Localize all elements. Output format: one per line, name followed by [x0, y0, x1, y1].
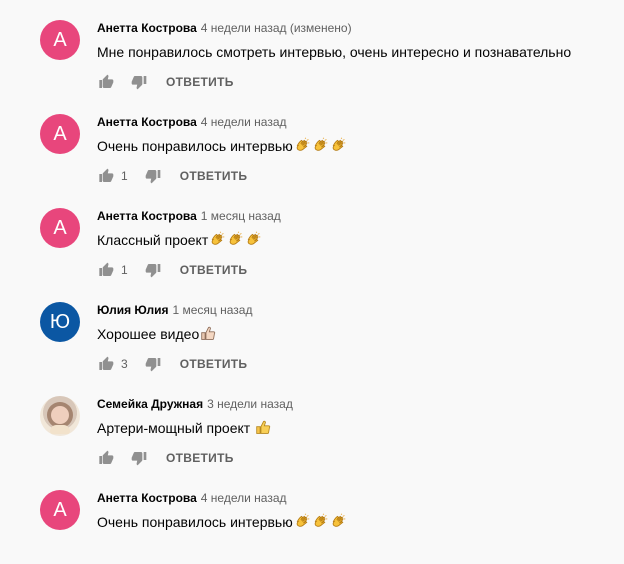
clap-emoji	[332, 137, 346, 151]
comment: А Анетта Кострова 1 месяц назад Классный …	[0, 188, 624, 282]
author-name[interactable]: Семейка Дружная	[97, 397, 203, 411]
comment: А Анетта Кострова 4 недели назад Очень по…	[0, 94, 624, 188]
avatar[interactable]: А	[40, 114, 80, 154]
reply-button[interactable]: ОТВЕТИТЬ	[180, 263, 248, 277]
comment-actions: ОТВЕТИТЬ	[97, 72, 234, 92]
clap-emoji	[314, 137, 328, 151]
reply-button[interactable]: ОТВЕТИТЬ	[180, 169, 248, 183]
comment-time[interactable]: 1 месяц назад	[201, 209, 281, 223]
avatar-letter: Ю	[49, 310, 71, 333]
thumbs-up-icon[interactable]	[97, 73, 115, 91]
thumbs-up-icon[interactable]	[97, 355, 115, 373]
author-name[interactable]: Анетта Кострова	[97, 209, 197, 223]
comment-text-content: Артери-мощный проект	[97, 420, 255, 436]
thumbs-down-icon[interactable]	[144, 167, 162, 185]
avatar-letter: А	[53, 216, 67, 239]
clap-emoji	[296, 137, 310, 151]
author-name[interactable]: Анетта Кострова	[97, 115, 197, 129]
author-name[interactable]: Юлия Юлия	[97, 303, 169, 317]
comment-text-content: Классный проект	[97, 232, 209, 248]
comment-actions: ОТВЕТИТЬ	[97, 448, 234, 468]
comment-actions: 3 ОТВЕТИТЬ	[97, 354, 247, 374]
comment: Ю Юлия Юлия 1 месяц назад Хорошее видео 3…	[0, 282, 624, 376]
comment: А Анетта Кострова 4 недели назад Очень по…	[0, 470, 624, 564]
author-name[interactable]: Анетта Кострова	[97, 491, 197, 505]
comment-header: Анетта Кострова 4 недели назад	[97, 490, 287, 506]
clap-emoji	[314, 513, 328, 527]
thumbs-up-yellow-emoji	[256, 420, 271, 434]
like-count: 1	[121, 169, 128, 183]
comment-text: Очень понравилось интервью	[97, 136, 347, 156]
thumbs-up-light-emoji	[201, 326, 216, 340]
comment: А Анетта Кострова 4 недели назад (изменен…	[0, 0, 624, 94]
clap-emoji	[332, 513, 346, 527]
thumbs-up-icon[interactable]	[97, 261, 115, 279]
comment-text-content: Хорошее видео	[97, 326, 200, 342]
comment-text-content: Очень понравилось интервью	[97, 138, 293, 154]
thumbs-down-icon[interactable]	[144, 261, 162, 279]
avatar[interactable]: Ю	[40, 302, 80, 342]
avatar-letter: А	[53, 122, 67, 145]
avatar[interactable]: А	[40, 20, 80, 60]
comment-header: Юлия Юлия 1 месяц назад	[97, 302, 252, 318]
comment-time[interactable]: 4 недели назад	[201, 115, 287, 129]
comment-text-content: Очень понравилось интервью	[97, 514, 293, 530]
like-count: 3	[121, 357, 128, 371]
like-count: 1	[121, 263, 128, 277]
clap-emoji	[296, 513, 310, 527]
comment-header: Анетта Кострова 1 месяц назад	[97, 208, 281, 224]
clap-emoji	[229, 231, 243, 245]
comment-header: Семейка Дружная 3 недели назад	[97, 396, 293, 412]
reply-button[interactable]: ОТВЕТИТЬ	[180, 357, 248, 371]
thumbs-down-icon[interactable]	[130, 73, 148, 91]
thumbs-up-icon[interactable]	[97, 449, 115, 467]
avatar-letter: А	[53, 498, 67, 521]
comment-text: Артери-мощный проект	[97, 418, 272, 438]
comment-text: Мне понравилось смотреть интервью, очень…	[97, 42, 571, 62]
comment-time[interactable]: 4 недели назад	[201, 491, 287, 505]
avatar-letter: А	[53, 28, 67, 51]
comment: Семейка Дружная 3 недели назад Артери-мощ…	[0, 376, 624, 470]
comment-text: Очень понравилось интервью	[97, 512, 347, 532]
reply-button[interactable]: ОТВЕТИТЬ	[166, 451, 234, 465]
comment-header: Анетта Кострова 4 недели назад (изменено)	[97, 20, 352, 36]
clap-emoji	[211, 231, 225, 245]
comment-time[interactable]: 4 недели назад (изменено)	[201, 21, 352, 35]
author-name[interactable]: Анетта Кострова	[97, 21, 197, 35]
comment-text-content: Мне понравилось смотреть интервью, очень…	[97, 44, 572, 60]
avatar[interactable]: А	[40, 490, 80, 530]
clap-emoji	[247, 231, 261, 245]
comment-time[interactable]: 1 месяц назад	[173, 303, 253, 317]
comment-header: Анетта Кострова 4 недели назад	[97, 114, 287, 130]
comment-text: Классный проект	[97, 230, 262, 250]
avatar-photo-body	[50, 425, 70, 434]
comment-actions: 1 ОТВЕТИТЬ	[97, 166, 247, 186]
thumbs-down-icon[interactable]	[144, 355, 162, 373]
avatar[interactable]: А	[40, 208, 80, 248]
thumbs-down-icon[interactable]	[130, 449, 148, 467]
reply-button[interactable]: ОТВЕТИТЬ	[166, 75, 234, 89]
avatar[interactable]	[40, 396, 80, 436]
avatar-photo-face	[51, 406, 69, 424]
comment-time[interactable]: 3 недели назад	[207, 397, 293, 411]
thumbs-up-icon[interactable]	[97, 167, 115, 185]
comment-text: Хорошее видео	[97, 324, 217, 344]
comment-actions: 1 ОТВЕТИТЬ	[97, 260, 247, 280]
